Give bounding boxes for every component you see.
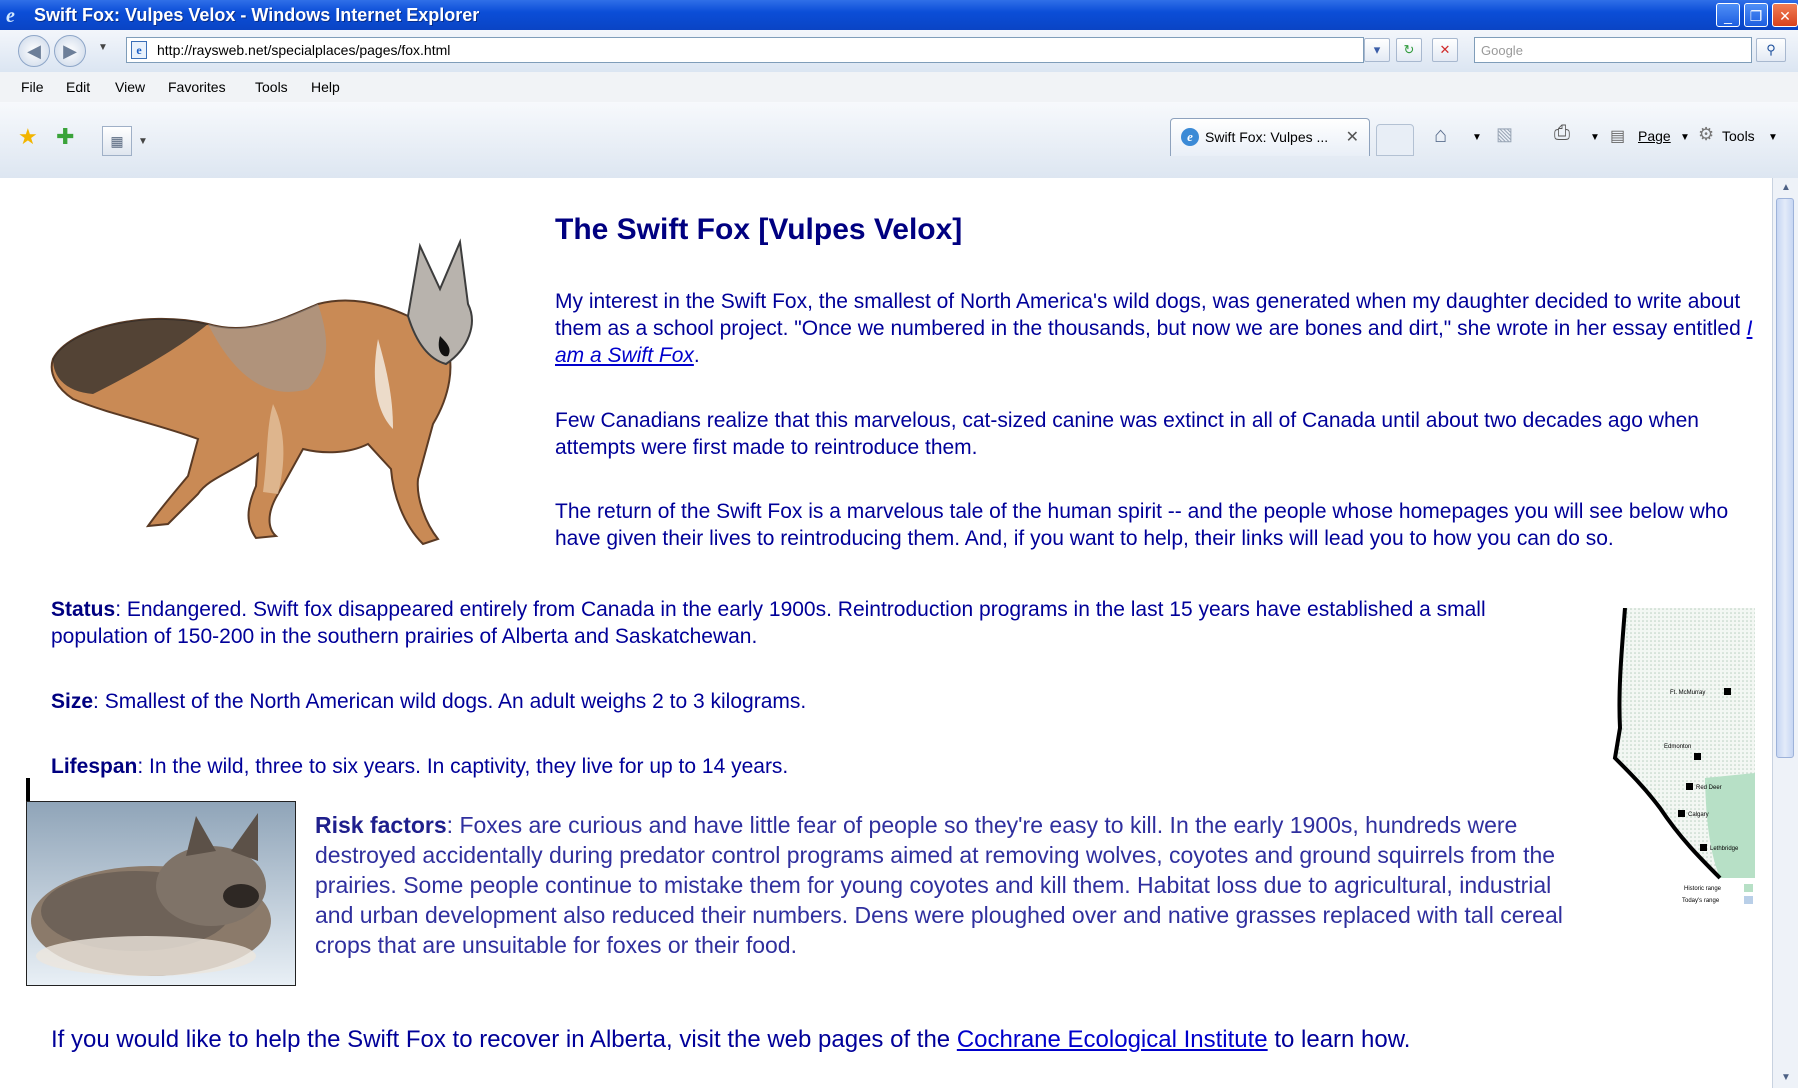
- restore-button[interactable]: ❐: [1744, 3, 1768, 27]
- tools-dropdown[interactable]: ▼: [1768, 132, 1778, 143]
- recent-pages-dropdown[interactable]: ▼: [98, 42, 108, 53]
- scroll-up-arrow-icon[interactable]: ▲: [1773, 178, 1798, 198]
- map-city-lethbridge: Lethbridge: [1710, 846, 1739, 852]
- legend-todays-range: Today's range: [1682, 898, 1720, 904]
- window-title: Swift Fox: Vulpes Velox - Windows Intern…: [34, 5, 480, 25]
- lifespan-text: : In the wild, three to six years. In ca…: [137, 755, 789, 778]
- menu-view[interactable]: View: [115, 79, 145, 95]
- add-favorite-icon[interactable]: ✚: [56, 124, 74, 150]
- map-city-calgary: Calgary: [1688, 812, 1709, 818]
- tab-label: Swift Fox: Vulpes ...: [1205, 129, 1329, 145]
- help-text-1: If you would like to help the Swift Fox …: [51, 1026, 957, 1053]
- range-map: Ft. McMurray Edmonton Red Deer Calgary L…: [1612, 608, 1755, 904]
- lifespan-label: Lifespan: [51, 755, 138, 778]
- swift-fox-illustration: [50, 238, 473, 546]
- address-dropdown-icon[interactable]: ▾: [1364, 38, 1390, 62]
- search-icon[interactable]: ⚲: [1756, 38, 1786, 62]
- intro-text-1-end: .: [693, 344, 700, 367]
- intro-paragraph-2: Few Canadians realize that this marvelou…: [555, 409, 1699, 459]
- size-label: Size: [51, 690, 94, 713]
- cochrane-institute-link[interactable]: Cochrane Ecological Institute: [957, 1026, 1268, 1053]
- help-paragraph: If you would like to help the Swift Fox …: [51, 1026, 1410, 1054]
- tab-list-dropdown[interactable]: ▼: [138, 136, 148, 147]
- map-city-red-deer: Red Deer: [1696, 785, 1722, 791]
- search-input[interactable]: Google: [1474, 37, 1752, 63]
- tab-swift-fox[interactable]: e Swift Fox: Vulpes ... ✕: [1170, 118, 1370, 156]
- command-bar: ★ ✚ ▦ ▼ e Swift Fox: Vulpes ... ✕ ⌂ ▼ ▧ …: [0, 102, 1798, 179]
- risk-text: : Foxes are curious and have little fear…: [315, 812, 1563, 958]
- status-text: : Endangered. Swift fox disappeared enti…: [51, 598, 1486, 648]
- print-dropdown[interactable]: ▼: [1590, 132, 1600, 143]
- risk-factors-paragraph: Risk factors: Foxes are curious and have…: [315, 810, 1565, 960]
- forward-arrow-icon[interactable]: ▶: [54, 35, 86, 67]
- ie-tab-icon: e: [1181, 128, 1199, 146]
- menu-favorites[interactable]: Favorites: [168, 79, 226, 95]
- tools-menu[interactable]: Tools: [1722, 128, 1755, 144]
- close-button[interactable]: ✕: [1772, 3, 1798, 27]
- page-menu-icon[interactable]: ▤: [1610, 126, 1625, 146]
- scrollbar-thumb[interactable]: [1776, 198, 1794, 758]
- map-city-edmonton: Edmonton: [1664, 744, 1691, 750]
- menu-edit[interactable]: Edit: [66, 79, 90, 95]
- intro-paragraph-1: My interest in the Swift Fox, the smalle…: [555, 288, 1765, 369]
- map-city-ft-mcmurray: Ft. McMurray: [1670, 690, 1705, 696]
- address-toolbar: ◀ ▶ ▼ e http://raysweb.net/specialplaces…: [0, 30, 1798, 73]
- address-url: http://raysweb.net/specialplaces/pages/f…: [157, 42, 451, 58]
- size-paragraph: Size: Smallest of the North American wil…: [51, 688, 1521, 715]
- rss-icon[interactable]: ▧: [1496, 124, 1513, 145]
- gear-icon[interactable]: ⚙: [1698, 124, 1714, 145]
- address-input[interactable]: e http://raysweb.net/specialplaces/pages…: [126, 37, 1364, 63]
- home-dropdown[interactable]: ▼: [1472, 132, 1482, 143]
- intro-text-1: My interest in the Swift Fox, the smalle…: [555, 290, 1747, 340]
- status-label: Status: [51, 598, 116, 621]
- menu-file[interactable]: File: [21, 79, 44, 95]
- new-tab-button[interactable]: [1376, 124, 1414, 156]
- stop-icon[interactable]: ✕: [1432, 38, 1458, 62]
- menu-help[interactable]: Help: [311, 79, 340, 95]
- menu-bar: File Edit View Favorites Tools Help: [0, 72, 1798, 103]
- favorites-center-icon[interactable]: ★: [18, 124, 38, 150]
- print-icon[interactable]: ⎙: [1554, 122, 1570, 145]
- page-title: The Swift Fox [Vulpes Velox]: [555, 213, 963, 246]
- page-dropdown[interactable]: ▼: [1680, 132, 1690, 143]
- status-paragraph: Status: Endangered. Swift fox disappeare…: [51, 596, 1521, 650]
- minimize-button[interactable]: _: [1716, 3, 1740, 27]
- refresh-icon[interactable]: ↻: [1396, 38, 1422, 62]
- risk-label: Risk factors: [315, 812, 447, 838]
- window-title-bar: e Swift Fox: Vulpes Velox - Windows Inte…: [0, 0, 1798, 30]
- menu-tools[interactable]: Tools: [255, 79, 288, 95]
- tab-close-icon[interactable]: ✕: [1346, 127, 1359, 147]
- quick-tabs-icon[interactable]: ▦: [102, 126, 132, 156]
- vertical-scrollbar[interactable]: ▲ ▼: [1772, 178, 1798, 1088]
- scroll-down-arrow-icon[interactable]: ▼: [1773, 1068, 1798, 1088]
- size-text: : Smallest of the North American wild do…: [93, 690, 807, 713]
- search-placeholder: Google: [1481, 43, 1523, 58]
- lifespan-paragraph: Lifespan: In the wild, three to six year…: [51, 753, 1521, 780]
- page-content: The Swift Fox [Vulpes Velox] My interest…: [0, 178, 1772, 1088]
- home-icon[interactable]: ⌂: [1434, 122, 1447, 148]
- back-arrow-icon[interactable]: ◀: [18, 35, 50, 67]
- ie-logo-icon: e: [6, 5, 15, 27]
- page-icon: e: [131, 41, 147, 59]
- intro-paragraph-3: The return of the Swift Fox is a marvelo…: [555, 500, 1729, 550]
- help-text-2: to learn how.: [1267, 1026, 1411, 1053]
- sleeping-fox-photo: [26, 801, 296, 986]
- page-menu[interactable]: Page: [1638, 128, 1671, 144]
- legend-historic-range: Historic range: [1684, 886, 1722, 892]
